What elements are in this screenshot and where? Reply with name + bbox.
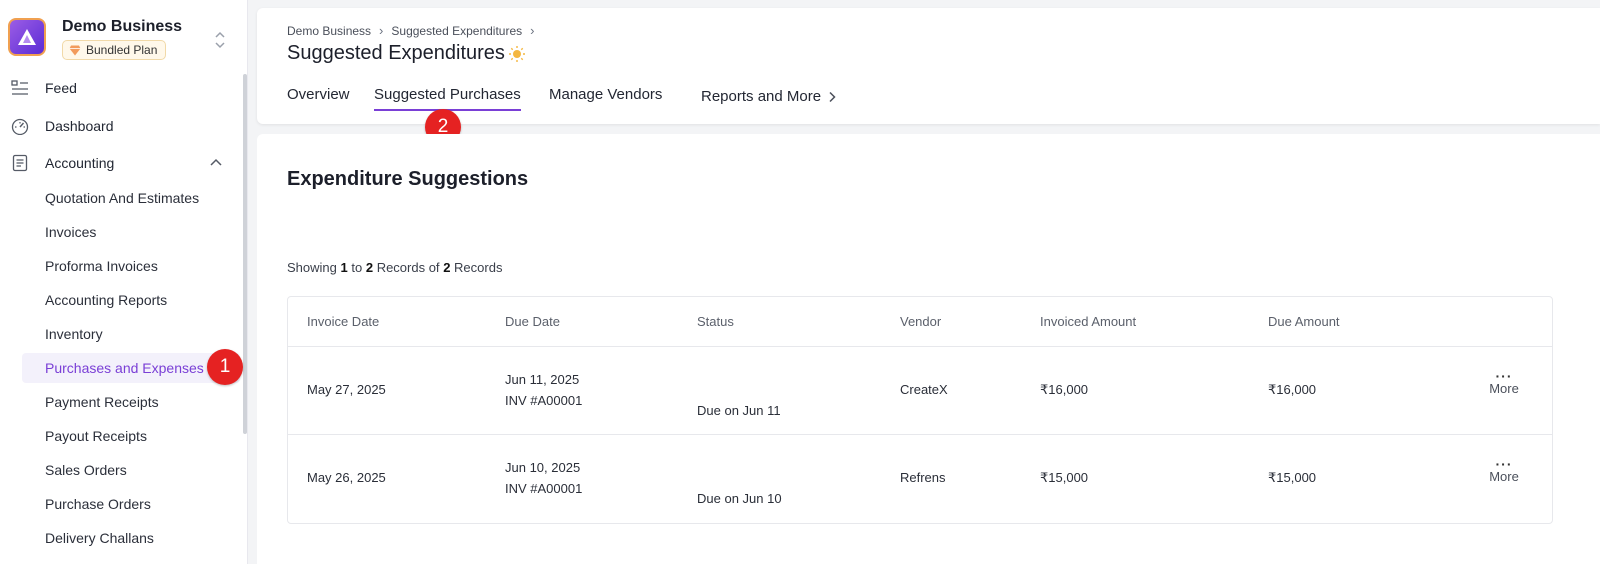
status-text: Due on Jun 11 (697, 403, 781, 418)
business-name: Demo Business (62, 18, 183, 35)
main-content: Expenditure Suggestions Showing 1 to 2 R… (257, 134, 1600, 564)
column-header-due-date[interactable]: Due Date (505, 314, 560, 329)
more-label: More (1489, 469, 1519, 484)
table-row[interactable]: May 26, 2025 Jun 10, 2025 INV #A00001 Du… (288, 435, 1552, 523)
diamond-icon (69, 45, 81, 55)
invoiced-amount: ₹15,000 (1040, 470, 1089, 485)
records-to: 2 (365, 260, 374, 275)
table-row[interactable]: May 27, 2025 Jun 11, 2025 INV #A00001 Du… (288, 347, 1552, 435)
column-header-invoice-date[interactable]: Invoice Date (307, 314, 379, 329)
invoice-number[interactable]: INV #A00001 (505, 481, 582, 496)
invoice-date: May 26, 2025 (307, 470, 386, 485)
bulb-icon (508, 45, 525, 62)
plan-label: Bundled Plan (86, 43, 158, 57)
table-header: Invoice Date Due Date Status Vendor Invo… (288, 297, 1552, 347)
sidebar-item-delivery-challans[interactable]: Delivery Challans (22, 523, 240, 553)
sidebar-item-payout-receipts[interactable]: Payout Receipts (22, 421, 240, 451)
page-title: Suggested Expenditures (287, 42, 526, 65)
step-callout-1: 1 (207, 349, 243, 385)
records-from: 1 (340, 260, 348, 275)
accounting-icon (12, 154, 28, 172)
sidebar-item-invoices[interactable]: Invoices (22, 217, 240, 247)
invoiced-amount: ₹16,000 (1040, 382, 1089, 397)
chevron-right-icon: › (530, 23, 535, 38)
due-date: Jun 10, 2025 (505, 460, 581, 475)
column-header-status[interactable]: Status (697, 314, 734, 329)
business-switcher[interactable]: Demo Business Bundled Plan (8, 18, 240, 62)
sidebar-item-label: Dashboard (45, 118, 114, 134)
records-of-word: Records of (376, 260, 440, 275)
more-label: More (1489, 381, 1519, 396)
column-header-vendor[interactable]: Vendor (900, 314, 941, 329)
invoice-number[interactable]: INV #A00001 (505, 393, 582, 408)
expenditure-table: Invoice Date Due Date Status Vendor Invo… (287, 296, 1553, 524)
sidebar-item-feed[interactable]: Feed (0, 71, 240, 105)
tab-suggested-purchases[interactable]: Suggested Purchases (374, 86, 521, 111)
due-amount: ₹15,000 (1268, 470, 1317, 485)
sidebar-item-sales-orders[interactable]: Sales Orders (22, 455, 240, 485)
sidebar-item-quotation-and-estimates[interactable]: Quotation And Estimates (22, 183, 240, 213)
breadcrumb-item[interactable]: Suggested Expenditures (391, 24, 522, 38)
chevron-up-icon[interactable] (208, 155, 224, 171)
more-button[interactable]: ··· More (1484, 456, 1524, 484)
tab-manage-vendors[interactable]: Manage Vendors (549, 86, 662, 109)
chevron-updown-icon[interactable] (212, 28, 228, 52)
column-header-due-amount[interactable]: Due Amount (1268, 314, 1340, 329)
sidebar-item-dashboard[interactable]: Dashboard (0, 109, 240, 143)
tab-overview[interactable]: Overview (287, 86, 350, 109)
sidebar-item-inventory[interactable]: Inventory (22, 319, 240, 349)
breadcrumb: Demo Business › Suggested Expenditures › (287, 23, 535, 38)
more-dots-icon: ··· (1495, 368, 1513, 384)
records-suffix: Records (454, 260, 503, 275)
tab-reports-and-more[interactable]: Reports and More (701, 88, 837, 111)
page-header: Demo Business › Suggested Expenditures ›… (257, 8, 1600, 124)
plan-badge: Bundled Plan (62, 40, 167, 60)
feed-icon (11, 80, 28, 95)
due-date: Jun 11, 2025 (505, 372, 580, 387)
chevron-right-icon: › (379, 23, 384, 38)
tab-label: Reports and More (701, 88, 822, 105)
breadcrumb-item[interactable]: Demo Business (287, 24, 371, 38)
sidebar-item-accounting[interactable]: Accounting (0, 146, 240, 180)
more-button[interactable]: ··· More (1484, 368, 1524, 396)
sidebar-item-purchase-orders[interactable]: Purchase Orders (22, 489, 240, 519)
sidebar-item-proforma-invoices[interactable]: Proforma Invoices (22, 251, 240, 281)
more-dots-icon: ··· (1495, 456, 1513, 472)
vendor-name: Refrens (900, 470, 946, 485)
records-total: 2 (443, 260, 451, 275)
records-count: Showing 1 to 2 Records of 2 Records (287, 260, 502, 275)
page-title-text: Suggested Expenditures (287, 42, 505, 64)
sidebar-item-accounting-reports[interactable]: Accounting Reports (22, 285, 240, 315)
sidebar-scrollbar[interactable] (243, 74, 247, 434)
sidebar-item-label: Accounting (45, 155, 115, 171)
column-header-invoiced-amount[interactable]: Invoiced Amount (1040, 314, 1136, 329)
dashboard-icon (11, 118, 29, 135)
section-title: Expenditure Suggestions (287, 168, 529, 190)
business-logo (8, 18, 46, 56)
due-amount: ₹16,000 (1268, 382, 1317, 397)
vendor-name: CreateX (900, 382, 948, 397)
records-to-word: to (351, 260, 363, 275)
records-prefix: Showing (287, 260, 337, 275)
sidebar: Demo Business Bundled Plan Feed Dashboar… (0, 0, 248, 564)
sidebar-item-payment-receipts[interactable]: Payment Receipts (22, 387, 240, 417)
sidebar-item-label: Feed (45, 80, 77, 96)
status-text: Due on Jun 10 (697, 491, 782, 506)
chevron-right-icon (829, 91, 836, 102)
invoice-date: May 27, 2025 (307, 382, 386, 397)
